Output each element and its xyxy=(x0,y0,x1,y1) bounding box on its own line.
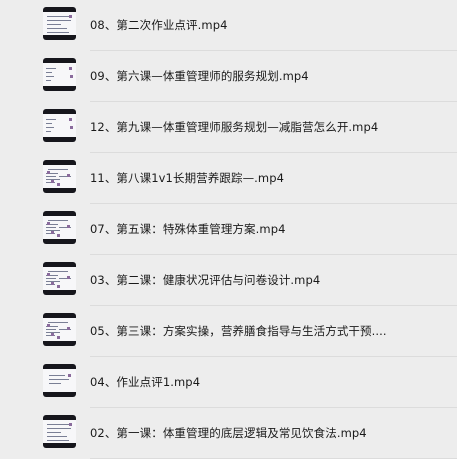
file-name: 11、第八课1v1长期营养跟踪—.mp4 xyxy=(90,171,285,185)
file-name: 03、第二课：健康状况评估与问卷设计.mp4 xyxy=(90,273,321,287)
file-row[interactable]: 09、第六课—体重管理师的服务规划.mp4 xyxy=(0,51,457,102)
video-thumbnail xyxy=(43,211,76,244)
file-name: 07、第五课：特殊体重管理方案.mp4 xyxy=(90,222,286,236)
file-row[interactable]: 02、第一课：体重管理的底层逻辑及常见饮食法.mp4 xyxy=(0,408,457,459)
video-thumbnail xyxy=(43,313,76,346)
file-row[interactable]: 04、作业点评1.mp4 xyxy=(0,357,457,408)
video-thumbnail xyxy=(43,262,76,295)
file-name: 04、作业点评1.mp4 xyxy=(90,375,201,389)
file-row[interactable]: 11、第八课1v1长期营养跟踪—.mp4 xyxy=(0,153,457,204)
file-row[interactable]: 12、第九课—体重管理师服务规划—减脂营怎么开.mp4 xyxy=(0,102,457,153)
file-row[interactable]: 05、第三课：方案实操，营养膳食指导与生活方式干预.... xyxy=(0,306,457,357)
file-row[interactable]: 03、第二课：健康状况评估与问卷设计.mp4 xyxy=(0,255,457,306)
video-thumbnail xyxy=(43,7,76,40)
video-thumbnail xyxy=(43,364,76,397)
file-name: 09、第六课—体重管理师的服务规划.mp4 xyxy=(90,69,309,83)
file-name: 12、第九课—体重管理师服务规划—减脂营怎么开.mp4 xyxy=(90,120,379,134)
file-name: 02、第一课：体重管理的底层逻辑及常见饮食法.mp4 xyxy=(90,426,367,440)
video-file-list: 08、第二次作业点评.mp4 09、第六课—体重管理师的服务规划.mp4 12、… xyxy=(0,0,457,459)
video-thumbnail xyxy=(43,415,76,448)
file-row[interactable]: 07、第五课：特殊体重管理方案.mp4 xyxy=(0,204,457,255)
file-name: 05、第三课：方案实操，营养膳食指导与生活方式干预.... xyxy=(90,324,387,338)
video-thumbnail xyxy=(43,160,76,193)
file-name: 08、第二次作业点评.mp4 xyxy=(90,18,228,32)
video-thumbnail xyxy=(43,58,76,91)
file-row[interactable]: 08、第二次作业点评.mp4 xyxy=(0,0,457,51)
video-thumbnail xyxy=(43,109,76,142)
